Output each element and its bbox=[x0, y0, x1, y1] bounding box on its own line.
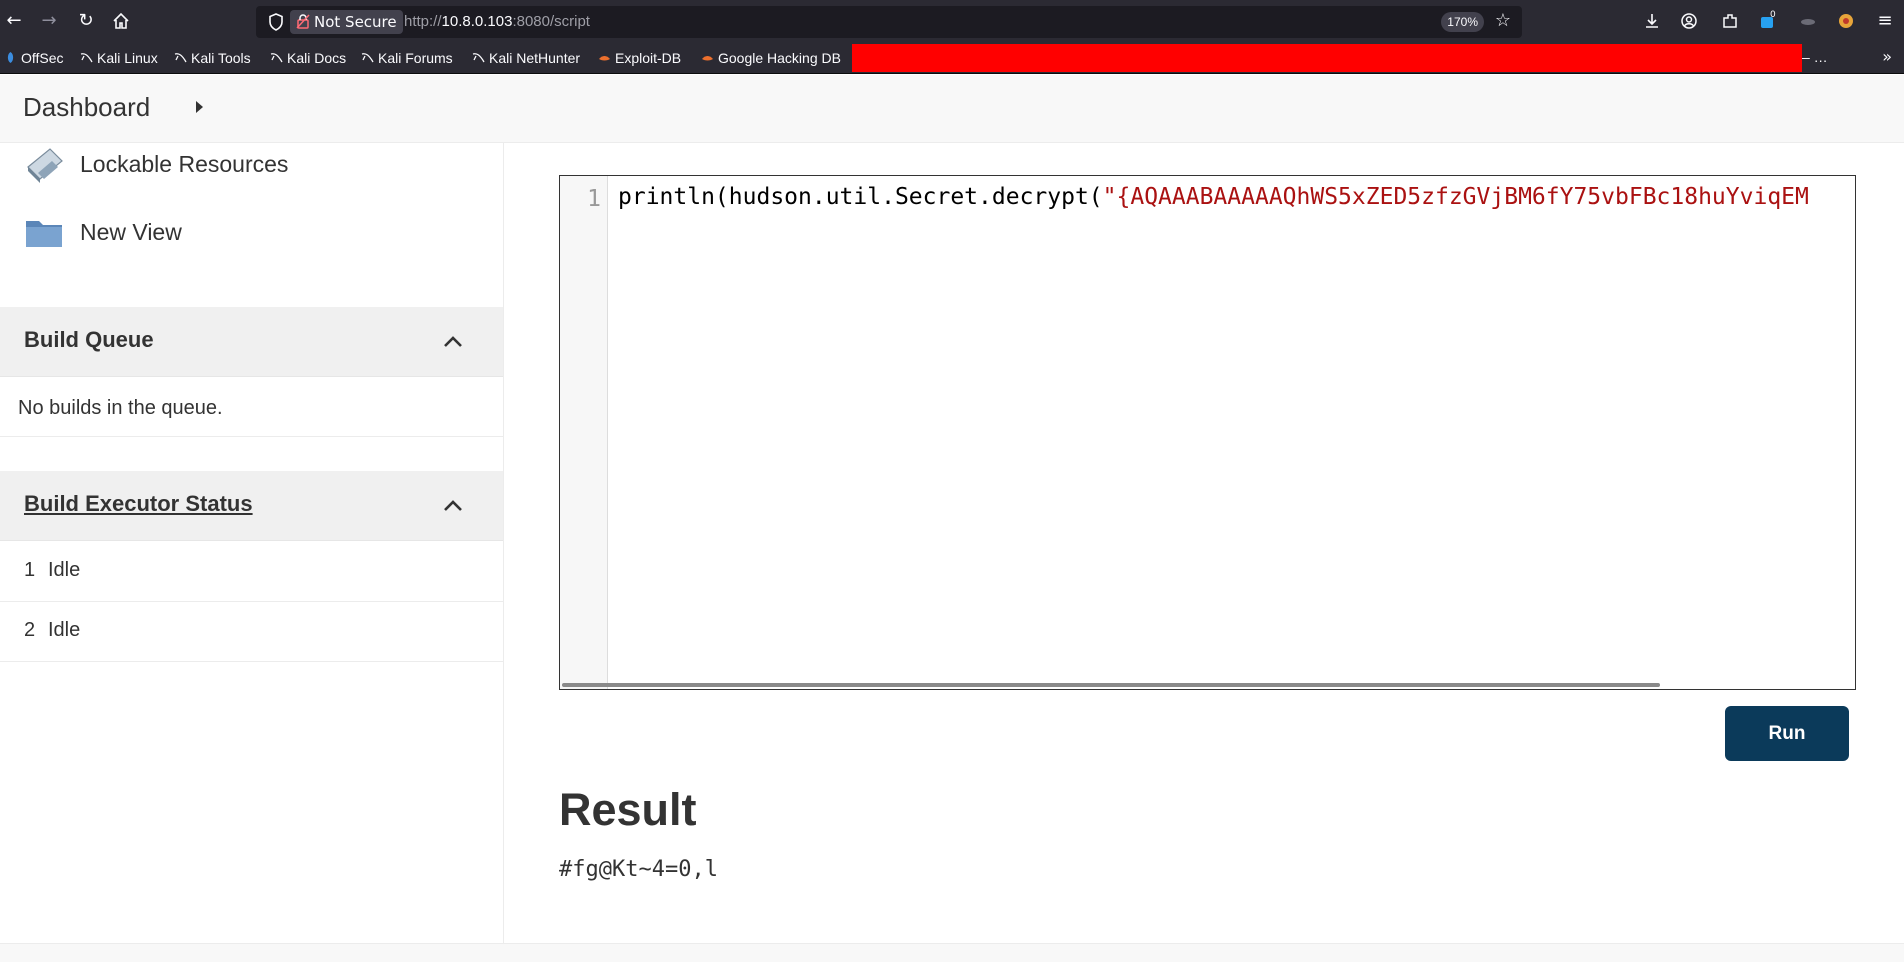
zoom-level[interactable]: 170% bbox=[1441, 12, 1484, 32]
exploit-db-icon bbox=[598, 50, 611, 63]
chevron-right-icon[interactable]: » bbox=[1882, 47, 1892, 66]
address-bar[interactable]: Not Secure http://10.8.0.103:8080/script… bbox=[256, 6, 1522, 38]
jenkins-page: Dashboard Lockable Resources New View Bu… bbox=[0, 75, 1904, 962]
exploit-db-icon bbox=[701, 50, 714, 63]
divider bbox=[0, 436, 503, 437]
bookmark-kali-nethunter[interactable]: Kali NetHunter bbox=[472, 49, 580, 67]
script-editor[interactable]: 1 println(hudson.util.Secret.decrypt("{A… bbox=[559, 175, 1856, 690]
extensions-icon[interactable] bbox=[1718, 9, 1742, 33]
lock-icon bbox=[296, 12, 310, 29]
code-line[interactable]: println(hudson.util.Secret.decrypt("{AQA… bbox=[618, 184, 1809, 210]
bookmark-kali-linux[interactable]: Kali Linux bbox=[80, 49, 158, 67]
executor-status: Idle bbox=[48, 619, 81, 641]
bookmark-kali-tools[interactable]: Kali Tools bbox=[174, 49, 251, 67]
executor-status-title[interactable]: Build Executor Status bbox=[24, 491, 253, 517]
breadcrumb-arrow-icon[interactable] bbox=[196, 101, 203, 113]
bookmarks-overflow-text: – … bbox=[1802, 49, 1828, 65]
star-icon[interactable]: ☆ bbox=[1492, 10, 1514, 32]
container-icon[interactable]: 0 bbox=[1755, 9, 1779, 33]
build-queue-title: Build Queue bbox=[24, 327, 154, 352]
extensions-badge: 0 bbox=[1770, 10, 1776, 20]
executor-row: 1 Idle bbox=[0, 542, 503, 602]
security-badge[interactable]: Not Secure bbox=[290, 10, 403, 34]
addon-icon[interactable] bbox=[1834, 9, 1858, 33]
lockable-resources-icon bbox=[24, 145, 66, 185]
home-icon[interactable] bbox=[109, 9, 133, 33]
browser-toolbar: ← → ↻ Not Secure http://10.8.0.103:8080/… bbox=[0, 0, 1904, 42]
kali-dragon-icon bbox=[174, 50, 187, 63]
result-output: #fg@Kt~4=0,l bbox=[559, 857, 718, 882]
code-text: println(hudson.util.Secret.decrypt( bbox=[618, 184, 1103, 210]
executor-row: 2 Idle bbox=[0, 602, 503, 662]
kali-dragon-icon bbox=[270, 50, 283, 63]
bookmark-exploit-db[interactable]: Exploit-DB bbox=[598, 49, 681, 67]
run-button[interactable]: Run bbox=[1725, 706, 1849, 761]
chevron-up-icon[interactable] bbox=[443, 333, 463, 347]
bookmark-offsec[interactable]: OffSec bbox=[4, 49, 64, 67]
task-lockable-resources[interactable]: Lockable Resources bbox=[24, 141, 324, 189]
offsec-icon bbox=[4, 50, 17, 63]
footer bbox=[0, 944, 1904, 962]
line-gutter: 1 bbox=[560, 176, 608, 689]
download-icon[interactable] bbox=[1640, 9, 1664, 33]
kali-dragon-icon bbox=[472, 50, 485, 63]
executor-status-header: Build Executor Status bbox=[0, 471, 503, 541]
reload-icon[interactable]: ↻ bbox=[74, 9, 98, 33]
kali-dragon-icon bbox=[80, 50, 93, 63]
shield-icon[interactable] bbox=[266, 12, 286, 32]
menu-icon[interactable]: ≡ bbox=[1873, 9, 1897, 33]
task-label: New View bbox=[80, 219, 182, 245]
security-label: Not Secure bbox=[314, 13, 397, 31]
url-text[interactable]: http://10.8.0.103:8080/script bbox=[404, 6, 590, 38]
result-heading: Result bbox=[559, 784, 697, 835]
breadcrumb-dashboard[interactable]: Dashboard bbox=[23, 92, 150, 123]
bookmark-google-hacking-db[interactable]: Google Hacking DB bbox=[701, 49, 841, 67]
horizontal-scrollbar[interactable] bbox=[562, 683, 1660, 687]
bookmark-kali-docs[interactable]: Kali Docs bbox=[270, 49, 346, 67]
folder-icon bbox=[24, 213, 66, 253]
kali-icon[interactable] bbox=[1796, 9, 1820, 33]
task-new-view[interactable]: New View bbox=[24, 209, 324, 257]
back-icon[interactable]: ← bbox=[2, 9, 26, 33]
forward-icon[interactable]: → bbox=[37, 9, 61, 33]
executor-number: 2 bbox=[24, 619, 36, 641]
executor-number: 1 bbox=[24, 559, 36, 581]
redaction-bar bbox=[852, 44, 1802, 72]
script-console: 1 println(hudson.util.Secret.decrypt("{A… bbox=[504, 143, 1904, 962]
breadcrumb: Dashboard bbox=[0, 75, 1904, 143]
build-queue-empty-text: No builds in the queue. bbox=[18, 397, 223, 419]
code-string: "{AQAAABAAAAAQhWS5xZED5zfzGVjBM6fY75vbFB… bbox=[1102, 184, 1809, 210]
line-number: 1 bbox=[587, 186, 601, 212]
kali-dragon-icon bbox=[361, 50, 374, 63]
sidebar: Lockable Resources New View Build Queue … bbox=[0, 143, 504, 962]
build-queue-header: Build Queue bbox=[0, 307, 503, 377]
executor-status: Idle bbox=[48, 559, 81, 581]
task-label: Lockable Resources bbox=[80, 151, 289, 177]
bookmark-kali-forums[interactable]: Kali Forums bbox=[361, 49, 453, 67]
account-icon[interactable] bbox=[1677, 9, 1701, 33]
chevron-up-icon[interactable] bbox=[443, 497, 463, 511]
